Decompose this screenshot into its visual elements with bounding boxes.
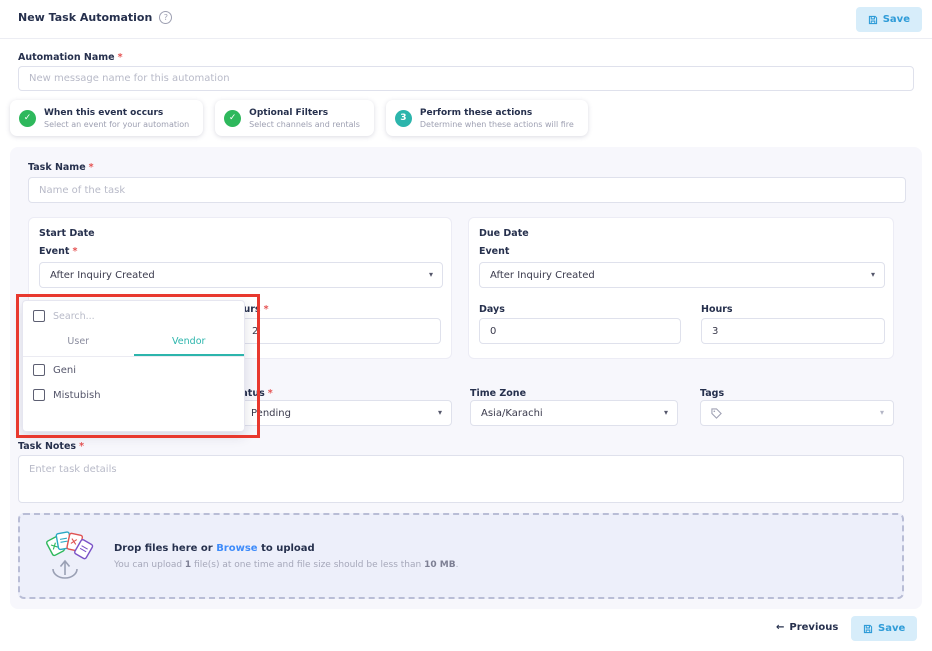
required-mark: * <box>263 304 269 315</box>
step-title: Perform these actions <box>419 107 533 118</box>
select-all-checkbox[interactable] <box>33 310 45 322</box>
task-notes-label: Task Notes * <box>18 441 85 452</box>
stepper: ✓ When this event occurs Select an event… <box>10 100 588 136</box>
step-number-badge: 3 <box>394 109 412 127</box>
due-date-title: Due Date <box>479 228 529 239</box>
due-days-input[interactable] <box>479 318 681 344</box>
step-title: Optional Filters <box>249 107 329 118</box>
search-input[interactable]: Search... <box>53 311 95 322</box>
step-title: When this event occurs <box>44 107 164 118</box>
tab-user[interactable]: User <box>23 330 134 356</box>
save-button-footer[interactable]: Save <box>851 616 918 641</box>
required-mark: * <box>117 52 123 63</box>
due-event-select[interactable]: After Inquiry Created ▾ <box>479 262 885 288</box>
dropzone-title: Drop files here or Browse to upload <box>114 542 315 554</box>
time-zone-select[interactable]: Asia/Karachi ▾ <box>470 400 678 426</box>
automation-name-label: Automation Name * <box>18 52 123 63</box>
start-event-select[interactable]: After Inquiry Created ▾ <box>39 262 443 288</box>
checkbox[interactable] <box>33 389 45 401</box>
step-subtitle: Select channels and rentals <box>249 119 360 129</box>
required-mark: * <box>267 388 273 399</box>
time-zone-label: Time Zone <box>470 388 527 399</box>
option-label: Geni <box>53 364 77 376</box>
required-mark: * <box>88 162 94 173</box>
info-icon[interactable]: ? <box>159 11 173 24</box>
new-task-automation-page: New Task Automation ? Save Automation Na… <box>0 0 932 651</box>
dropzone-hint: You can upload 1 file(s) at one time and… <box>114 559 459 570</box>
top-bar: New Task Automation ? Save <box>0 0 932 39</box>
status-select[interactable]: Pending ▾ <box>240 400 452 426</box>
assignee-dropdown-panel: Search... User Vendor Geni Mistubish <box>22 300 245 432</box>
automation-name-input[interactable] <box>18 66 914 91</box>
save-button-header[interactable]: Save <box>855 7 922 32</box>
step-when-event-occurs[interactable]: ✓ When this event occurs Select an event… <box>10 100 204 136</box>
task-name-input[interactable] <box>28 177 906 203</box>
previous-button[interactable]: ← Previous <box>776 622 838 633</box>
task-notes-textarea[interactable] <box>18 455 904 503</box>
tab-vendor[interactable]: Vendor <box>133 330 244 356</box>
chevron-down-icon: ▾ <box>663 408 668 418</box>
option-mistubish[interactable]: Mistubish <box>23 382 244 407</box>
due-days-label: Days <box>479 304 505 315</box>
start-date-title: Start Date <box>39 228 95 239</box>
check-icon: ✓ <box>19 109 36 127</box>
step-subtitle: Determine when these actions will fire <box>419 119 574 129</box>
dropdown-tabs: User Vendor <box>23 330 244 357</box>
chevron-down-icon: ▾ <box>428 270 433 280</box>
tag-icon <box>711 407 722 419</box>
due-hours-input[interactable] <box>701 318 885 344</box>
required-mark: * <box>72 246 78 257</box>
option-geni[interactable]: Geni <box>23 357 244 382</box>
save-icon <box>868 15 877 24</box>
page-title: New Task Automation <box>18 11 153 24</box>
status-value: Pending <box>251 407 291 419</box>
task-name-label: Task Name * <box>28 162 94 173</box>
step-optional-filters[interactable]: ✓ Optional Filters Select channels and r… <box>215 100 374 136</box>
required-mark: * <box>79 441 85 452</box>
arrow-left-icon: ← <box>776 622 785 633</box>
upload-files-icon <box>46 531 94 579</box>
due-event-value: After Inquiry Created <box>490 269 595 281</box>
step-subtitle: Select an event for your automation <box>44 119 190 129</box>
option-label: Mistubish <box>53 389 101 401</box>
due-event-label: Event <box>479 246 510 257</box>
start-event-label: Event * <box>39 246 78 257</box>
start-event-value: After Inquiry Created <box>50 269 155 281</box>
chevron-down-icon: ▾ <box>879 408 884 418</box>
time-zone-value: Asia/Karachi <box>481 407 543 419</box>
tags-label: Tags <box>700 388 725 399</box>
check-icon: ✓ <box>224 109 242 127</box>
chevron-down-icon: ▾ <box>870 270 875 280</box>
step-perform-actions[interactable]: 3 Perform these actions Determine when t… <box>385 100 588 136</box>
start-hours-input[interactable] <box>241 318 441 344</box>
due-date-card: Due Date Event After Inquiry Created ▾ D… <box>468 217 894 359</box>
due-hours-label: Hours <box>701 304 733 315</box>
dropdown-search-row[interactable]: Search... <box>23 301 244 328</box>
dropzone-text: Drop files here or Browse to upload You … <box>114 543 458 570</box>
browse-link[interactable]: Browse <box>216 543 257 554</box>
checkbox[interactable] <box>33 364 45 376</box>
tags-select[interactable]: ▾ <box>700 400 894 426</box>
chevron-down-icon: ▾ <box>437 408 442 418</box>
save-icon <box>863 624 873 633</box>
file-dropzone[interactable]: Drop files here or Browse to upload You … <box>18 513 904 599</box>
